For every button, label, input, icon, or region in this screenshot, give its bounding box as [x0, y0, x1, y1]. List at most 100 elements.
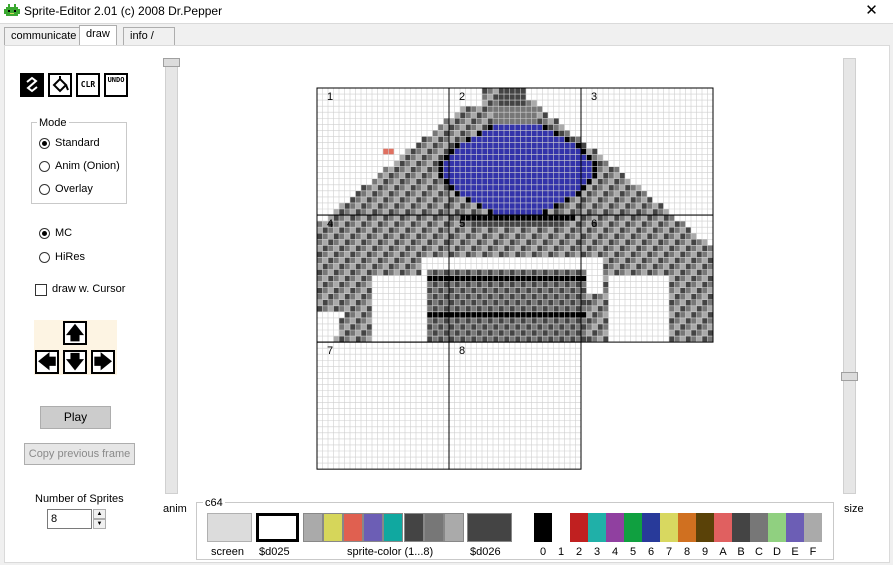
sprite-pixel[interactable] — [542, 245, 549, 252]
sprite-pixel[interactable] — [333, 348, 340, 355]
sprite-pixel[interactable] — [443, 372, 450, 379]
sprite-pixel[interactable] — [663, 227, 670, 234]
sprite-pixel[interactable] — [498, 269, 505, 276]
sprite-pixel[interactable] — [575, 317, 582, 324]
sprite-pixel[interactable] — [564, 281, 571, 288]
sprite-pixel[interactable] — [361, 227, 367, 234]
sprite-pixel[interactable] — [548, 384, 554, 391]
sprite-pixel[interactable] — [493, 396, 499, 403]
sprite-pixel[interactable] — [388, 215, 395, 222]
sprite-pixel[interactable] — [542, 221, 549, 228]
sprite-pixel[interactable] — [339, 426, 345, 433]
sprite-pixel[interactable] — [405, 263, 411, 270]
sprite-pixel[interactable] — [663, 209, 670, 216]
sprite-pixel[interactable] — [355, 148, 362, 155]
sprite-pixel[interactable] — [465, 154, 472, 161]
sprite-pixel[interactable] — [674, 299, 681, 306]
sprite-pixel[interactable] — [707, 336, 714, 343]
sprite-pixel[interactable] — [696, 190, 703, 197]
sprite-pixel[interactable] — [658, 148, 664, 155]
sprite-pixel[interactable] — [416, 233, 422, 240]
sprite-pixel[interactable] — [482, 432, 488, 439]
sprite-pixel[interactable] — [427, 414, 433, 421]
sprite-pixel[interactable] — [696, 142, 703, 149]
sprite-pixel[interactable] — [405, 154, 411, 161]
sprite-pixel[interactable] — [531, 257, 538, 264]
sprite-pixel[interactable] — [548, 444, 554, 451]
sprite-pixel[interactable] — [548, 160, 554, 167]
sprite-pixel[interactable] — [377, 130, 384, 137]
sprite-pixel[interactable] — [685, 88, 692, 95]
sprite-pixel[interactable] — [707, 215, 714, 222]
sprite-pixel[interactable] — [674, 227, 681, 234]
sprite-pixel[interactable] — [454, 378, 461, 385]
sprite-pixel[interactable] — [625, 221, 631, 228]
sprite-pixel[interactable] — [641, 94, 648, 101]
sprite-pixel[interactable] — [559, 342, 565, 349]
sprite-pixel[interactable] — [548, 227, 554, 234]
sprite-pixel[interactable] — [498, 251, 505, 258]
sprite-pixel[interactable] — [586, 330, 593, 337]
sprite-pixel[interactable] — [432, 396, 439, 403]
sprite-pixel[interactable] — [592, 154, 598, 161]
sprite-pixel[interactable] — [614, 233, 620, 240]
sprite-pixel[interactable] — [559, 251, 565, 258]
sprite-pixel[interactable] — [339, 263, 345, 270]
sprite-pixel[interactable] — [355, 196, 362, 203]
sprite-pixel[interactable] — [663, 293, 670, 300]
sprite-pixel[interactable] — [707, 281, 714, 288]
sprite-pixel[interactable] — [432, 221, 439, 228]
sprite-pixel[interactable] — [570, 317, 576, 324]
sprite-pixel[interactable] — [674, 221, 681, 228]
sprite-pixel[interactable] — [350, 263, 356, 270]
sprite-pixel[interactable] — [471, 148, 477, 155]
sprite-pixel[interactable] — [432, 172, 439, 179]
sprite-pixel[interactable] — [344, 378, 351, 385]
sprite-pixel[interactable] — [443, 354, 450, 361]
sprite-pixel[interactable] — [405, 342, 411, 349]
sprite-pixel[interactable] — [597, 154, 604, 161]
sprite-pixel[interactable] — [564, 245, 571, 252]
sprite-pixel[interactable] — [520, 402, 527, 409]
sprite-pixel[interactable] — [663, 148, 670, 155]
sprite-pixel[interactable] — [564, 184, 571, 191]
sprite-pixel[interactable] — [438, 366, 444, 373]
sprite-pixel[interactable] — [658, 100, 664, 107]
sprite-pixel[interactable] — [394, 451, 400, 458]
sprite-pixel[interactable] — [542, 130, 549, 137]
sprite-pixel[interactable] — [680, 317, 686, 324]
sprite-pixel[interactable] — [680, 257, 686, 264]
sprite-pixel[interactable] — [564, 124, 571, 131]
sprite-pixel[interactable] — [597, 88, 604, 95]
sprite-pixel[interactable] — [410, 396, 417, 403]
sprite-pixel[interactable] — [394, 118, 400, 125]
sprite-pixel[interactable] — [597, 245, 604, 252]
sprite-pixel[interactable] — [476, 118, 483, 125]
sprite-pixel[interactable] — [531, 348, 538, 355]
sprite-pixel[interactable] — [570, 420, 576, 427]
sprite-pixel[interactable] — [487, 336, 494, 343]
sprite-pixel[interactable] — [658, 293, 664, 300]
sprite-pixel[interactable] — [636, 245, 642, 252]
sprite-pixel[interactable] — [355, 227, 362, 234]
sprite-pixel[interactable] — [465, 414, 472, 421]
sprite-pixel[interactable] — [493, 408, 499, 415]
spin-up-button[interactable]: ▲ — [93, 509, 106, 519]
sprite-pixel[interactable] — [377, 136, 384, 143]
sprite-pixel[interactable] — [702, 112, 708, 119]
sprite-pixel[interactable] — [691, 166, 697, 173]
sprite-pixel[interactable] — [449, 463, 455, 470]
sprite-pixel[interactable] — [427, 239, 433, 246]
sprite-pixel[interactable] — [564, 390, 571, 397]
sprite-pixel[interactable] — [515, 269, 521, 276]
sprite-pixel[interactable] — [361, 88, 367, 95]
sprite-pixel[interactable] — [355, 317, 362, 324]
sprite-pixel[interactable] — [449, 130, 455, 137]
sprite-pixel[interactable] — [652, 336, 659, 343]
sprite-pixel[interactable] — [553, 190, 560, 197]
sprite-pixel[interactable] — [652, 299, 659, 306]
sprite-pixel[interactable] — [537, 172, 543, 179]
sprite-pixel[interactable] — [383, 154, 389, 161]
sprite-pixel[interactable] — [526, 118, 532, 125]
sprite-pixel[interactable] — [405, 233, 411, 240]
